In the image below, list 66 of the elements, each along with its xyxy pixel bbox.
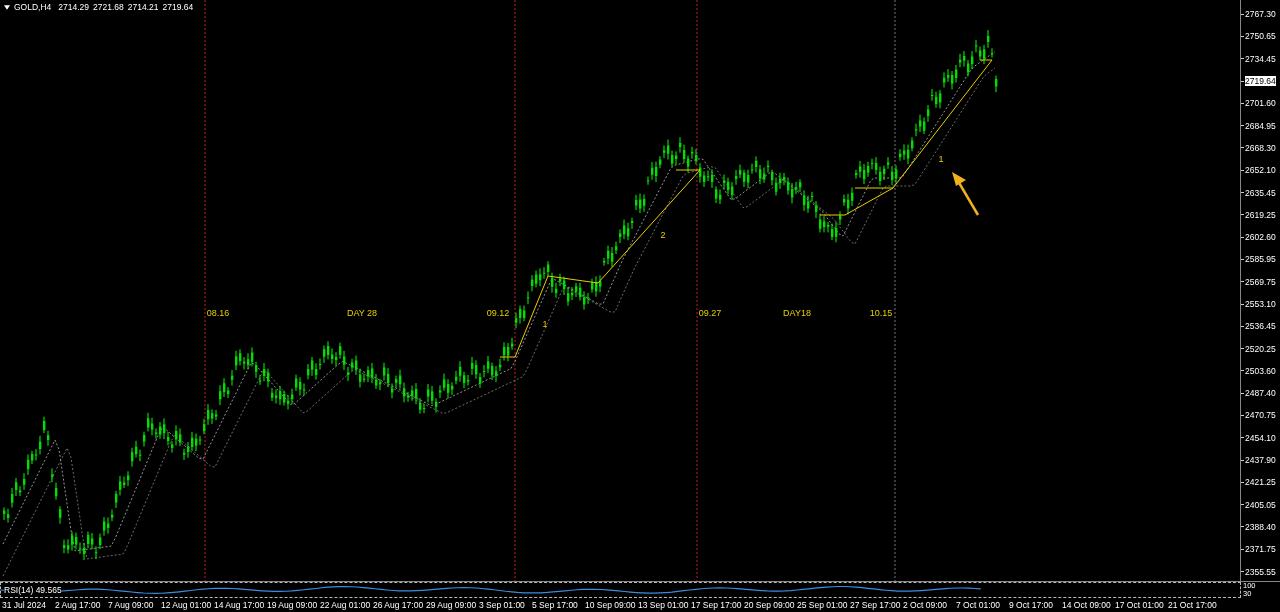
chart-label: 10.15 (869, 308, 893, 318)
time-label: 21 Oct 17:00 (1168, 600, 1218, 610)
time-label: 17 Oct 01:00 (1115, 600, 1165, 610)
price-label: 2668.30 (1245, 142, 1276, 153)
time-label: 10 Sep 09:00 (585, 600, 637, 610)
price-label: 2454.10 (1245, 432, 1276, 443)
price-label: 2421.25 (1245, 477, 1276, 488)
price-label: 2405.05 (1245, 499, 1276, 510)
price-label: 2701.60 (1245, 98, 1276, 109)
symbol-label: GOLD,H4 (14, 2, 52, 12)
price-label: 2355.55 (1245, 566, 1276, 577)
time-label: 31 Jul 2024 (2, 600, 47, 610)
chart-label: 09.12 (486, 308, 510, 318)
time-label: 5 Sep 17:00 (532, 600, 579, 610)
price-label: 2569.75 (1245, 276, 1276, 287)
price-label: 2520.25 (1245, 343, 1276, 354)
time-label: 29 Aug 09:00 (426, 600, 478, 610)
time-label: 20 Sep 09:00 (744, 600, 796, 610)
time-label: 3 Sep 01:00 (479, 600, 526, 610)
quote-value: 2721.68 (93, 2, 124, 12)
quote-value: 2714.29 (58, 2, 90, 12)
time-label: 26 Aug 17:00 (373, 600, 425, 610)
indicator-label: RSI(14) 49.565 (4, 585, 62, 595)
price-label: 2750.65 (1245, 31, 1276, 42)
time-label: 13 Sep 01:00 (638, 600, 690, 610)
dropdown-icon[interactable] (4, 4, 10, 10)
chart-label: 1 (938, 154, 944, 164)
quote-value: 2714.21 (127, 2, 159, 12)
price-label: 2684.95 (1245, 120, 1276, 131)
time-label: 12 Aug 01:00 (161, 600, 213, 610)
quote-value: 2719.64 (162, 2, 194, 12)
price-label: 2635.45 (1245, 187, 1276, 198)
time-label: 7 Aug 09:00 (108, 600, 155, 610)
time-label: 14 Oct 09:00 (1062, 600, 1112, 610)
time-label: 14 Aug 17:00 (214, 600, 266, 610)
time-label: 2 Oct 09:00 (903, 600, 948, 610)
price-label: 2437.90 (1245, 455, 1276, 466)
price-label: 2536.45 (1245, 321, 1276, 332)
chart-label: DAY 28 (346, 308, 378, 318)
time-label: 2 Aug 17:00 (55, 600, 102, 610)
chart-label: DAY18 (783, 308, 811, 318)
price-label: 2388.40 (1245, 521, 1276, 532)
chart-label: 08.16 (206, 308, 230, 318)
price-label: 2719.64 (1245, 76, 1276, 87)
time-label: 22 Aug 01:00 (320, 600, 372, 610)
price-label: 2619.25 (1245, 209, 1276, 220)
time-label: 7 Oct 01:00 (956, 600, 1001, 610)
arrow-drawing (952, 172, 980, 216)
price-label: 2602.60 (1245, 232, 1276, 243)
chart-label: 09.27 (698, 308, 722, 318)
price-label: 2371.75 (1245, 544, 1276, 555)
time-label: 25 Sep 01:00 (797, 600, 849, 610)
time-label: 27 Sep 17:00 (850, 600, 902, 610)
chart-label: 2 (660, 230, 666, 240)
time-label: 17 Sep 17:00 (691, 600, 743, 610)
price-label: 2553.10 (1245, 299, 1276, 309)
price-label: 2585.95 (1245, 254, 1276, 265)
price-label: 2652.10 (1245, 165, 1276, 176)
price-label: 2734.45 (1245, 53, 1276, 64)
chart-label: 1 (542, 319, 548, 329)
price-label: 2470.75 (1245, 410, 1276, 421)
time-label: 19 Aug 09:00 (267, 600, 319, 610)
time-label: 9 Oct 17:00 (1009, 600, 1054, 610)
price-label: 2487.40 (1245, 388, 1276, 399)
price-label: 2503.60 (1245, 365, 1276, 376)
price-label: 2767.30 (1245, 9, 1276, 20)
